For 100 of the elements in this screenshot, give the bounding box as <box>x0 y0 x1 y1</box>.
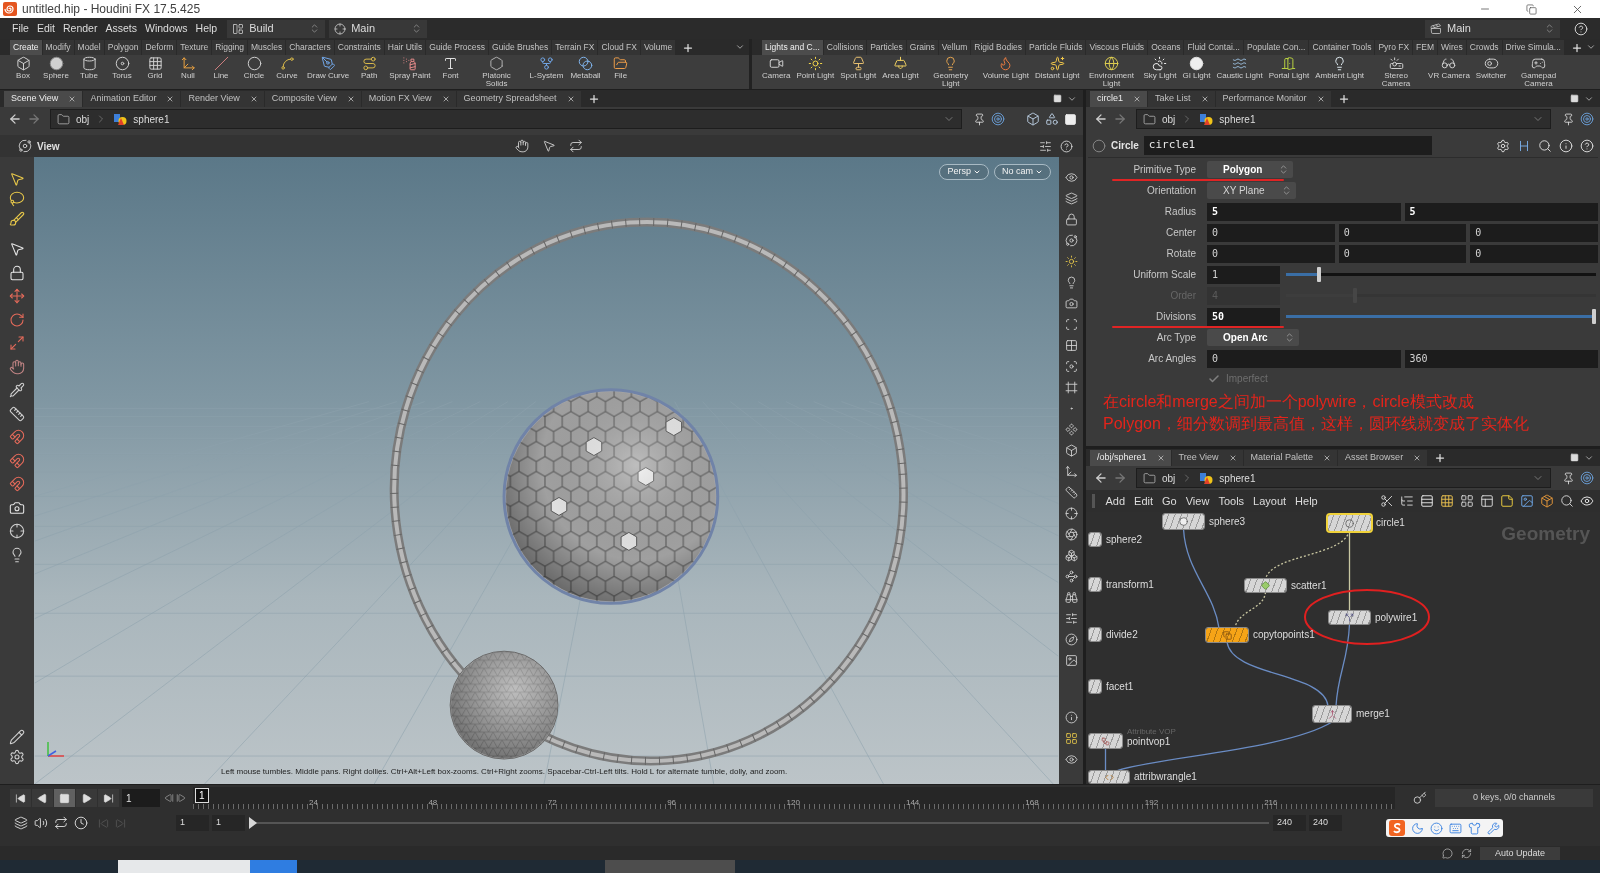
toggle-icon[interactable] <box>1483 56 1499 71</box>
folder-icon[interactable] <box>613 56 629 71</box>
target-icon[interactable] <box>991 112 1005 126</box>
playback-button[interactable] <box>54 789 75 807</box>
keys-info-field[interactable]: 0 keys, 0/0 channels <box>1435 789 1593 807</box>
add-tab-icon[interactable] <box>682 42 695 54</box>
aperture-icon[interactable] <box>1064 528 1078 541</box>
shelf-tool[interactable]: Portal Light <box>1266 55 1312 80</box>
pane-tab[interactable]: Composite View <box>264 91 361 107</box>
close-tab-icon[interactable] <box>1133 95 1141 103</box>
network-node[interactable] <box>1089 734 1122 748</box>
rows-icon[interactable] <box>1420 494 1434 508</box>
ceiling-lamp-icon[interactable] <box>893 56 909 71</box>
clock-icon[interactable] <box>74 816 88 830</box>
scan-icon[interactable] <box>1064 318 1078 331</box>
speaker-icon[interactable] <box>34 816 48 830</box>
path-field[interactable]: obj sphere1 <box>50 109 962 129</box>
keyboard-icon[interactable] <box>1449 821 1462 835</box>
shelf-tool[interactable]: Circle <box>239 55 269 80</box>
slider-thumb[interactable] <box>1592 309 1596 324</box>
shelf-tool[interactable]: Geometry Light <box>922 55 979 88</box>
shelf-tool[interactable]: Null <box>173 55 203 80</box>
value-field[interactable]: 1 <box>1207 265 1280 284</box>
shelf-tool[interactable]: Sphere <box>41 55 71 80</box>
cloud-sun-icon[interactable] <box>1152 56 1168 71</box>
shelf-tab[interactable]: Vellum <box>938 40 971 55</box>
shelf-tab[interactable]: Model <box>74 40 104 55</box>
shelf-menu-icon[interactable] <box>735 42 745 52</box>
menu-item[interactable]: Render <box>59 20 102 37</box>
shelf-tool[interactable]: VR Camera <box>1426 55 1472 80</box>
menu-item[interactable]: Edit <box>32 20 59 37</box>
pointer-icon[interactable] <box>9 241 25 257</box>
shelf-tool[interactable]: Camera <box>760 55 793 80</box>
range-field[interactable]: 240 <box>1309 815 1342 831</box>
shelf-tab[interactable]: Guide Process <box>426 40 488 55</box>
close-tab-icon[interactable] <box>1156 454 1165 462</box>
shelf-tab[interactable]: Hair Utils <box>384 40 426 55</box>
info-icon[interactable] <box>1064 711 1078 724</box>
path-segment[interactable]: sphere1 <box>1219 111 1256 127</box>
camera-icon[interactable] <box>9 499 25 516</box>
network-node[interactable] <box>1089 680 1101 693</box>
crosshair-icon[interactable] <box>334 22 347 35</box>
pane-tab[interactable]: Scene View <box>4 91 83 107</box>
network-menu[interactable]: Go <box>1157 492 1182 510</box>
value-field[interactable]: 0 <box>1207 223 1335 242</box>
help-icon[interactable] <box>1060 139 1073 153</box>
add-tab-icon[interactable] <box>1570 42 1583 54</box>
shelf-tool[interactable]: Draw Curve <box>305 55 352 80</box>
current-frame-marker[interactable]: 1 <box>195 788 209 803</box>
pane-tab[interactable]: Animation Editor <box>83 91 181 107</box>
curve-icon[interactable] <box>279 56 295 71</box>
circle-icon[interactable] <box>1092 138 1106 153</box>
sun-icon[interactable] <box>807 56 823 71</box>
shelf-tool[interactable]: Path <box>354 55 385 80</box>
pane-tab[interactable]: Render View <box>181 91 264 107</box>
pin-icon[interactable] <box>1562 471 1575 485</box>
reverse-play-icon[interactable] <box>37 792 48 804</box>
shelf-tab[interactable]: Crowds <box>1466 40 1502 55</box>
network-node[interactable] <box>1245 579 1286 592</box>
shelf-tab[interactable]: Fluid Contai... <box>1184 40 1243 55</box>
shelf-tab[interactable]: Create <box>10 40 42 55</box>
shelf-tab[interactable]: Terrain FX <box>552 40 598 55</box>
shelf-tab[interactable]: Oceans <box>1148 40 1184 55</box>
camera-menu-button[interactable]: Persp <box>939 164 989 180</box>
shelf-tool[interactable]: L-System <box>527 55 566 80</box>
shelf-tab[interactable]: Polygon <box>104 40 142 55</box>
shelf-tool[interactable]: Ambient Light <box>1313 55 1367 80</box>
diamonds-icon[interactable] <box>1064 423 1078 436</box>
shelf-tab[interactable]: Wires <box>1438 40 1466 55</box>
playback-button[interactable] <box>10 789 31 807</box>
cylinder-icon[interactable] <box>81 56 97 71</box>
shelf-tab[interactable]: Pyro FX <box>1375 40 1413 55</box>
layout-grid-icon[interactable] <box>1460 494 1474 508</box>
back-icon[interactable] <box>1094 471 1108 485</box>
close-tab-icon[interactable] <box>566 95 575 103</box>
shirt-icon[interactable] <box>1468 821 1481 835</box>
sun-icon[interactable] <box>1064 255 1078 268</box>
shelf-tool[interactable]: Metaball <box>568 55 603 80</box>
eye-icon[interactable] <box>1580 494 1594 508</box>
pane-tab[interactable]: Asset Browser <box>1338 450 1428 466</box>
value-field[interactable]: 0 <box>1207 349 1401 368</box>
network-node[interactable] <box>1163 514 1204 529</box>
shelf-tool[interactable]: Torus <box>107 55 137 80</box>
menu-item[interactable]: File <box>8 20 33 37</box>
shelf-tab[interactable]: Grains <box>906 40 938 55</box>
shelf-tab[interactable]: Modify <box>42 40 74 55</box>
menu-item[interactable]: Windows <box>141 20 192 37</box>
forward-icon[interactable] <box>1113 471 1127 485</box>
shelf-tool[interactable]: Area Light <box>880 55 921 80</box>
shelf-menu-icon[interactable] <box>1586 42 1596 52</box>
lasso-icon[interactable] <box>9 191 25 207</box>
network-menu[interactable]: Layout <box>1248 492 1291 510</box>
shelf-tab[interactable]: Particles <box>867 40 906 55</box>
pen-icon[interactable] <box>320 56 336 71</box>
menu-item[interactable]: Help <box>191 20 222 37</box>
crosshair-icon[interactable] <box>1064 507 1078 520</box>
magnet-icon[interactable] <box>9 429 25 445</box>
playback-button[interactable] <box>76 789 97 807</box>
network-node[interactable] <box>1089 771 1129 783</box>
shelf-tool[interactable]: Line <box>206 55 236 80</box>
